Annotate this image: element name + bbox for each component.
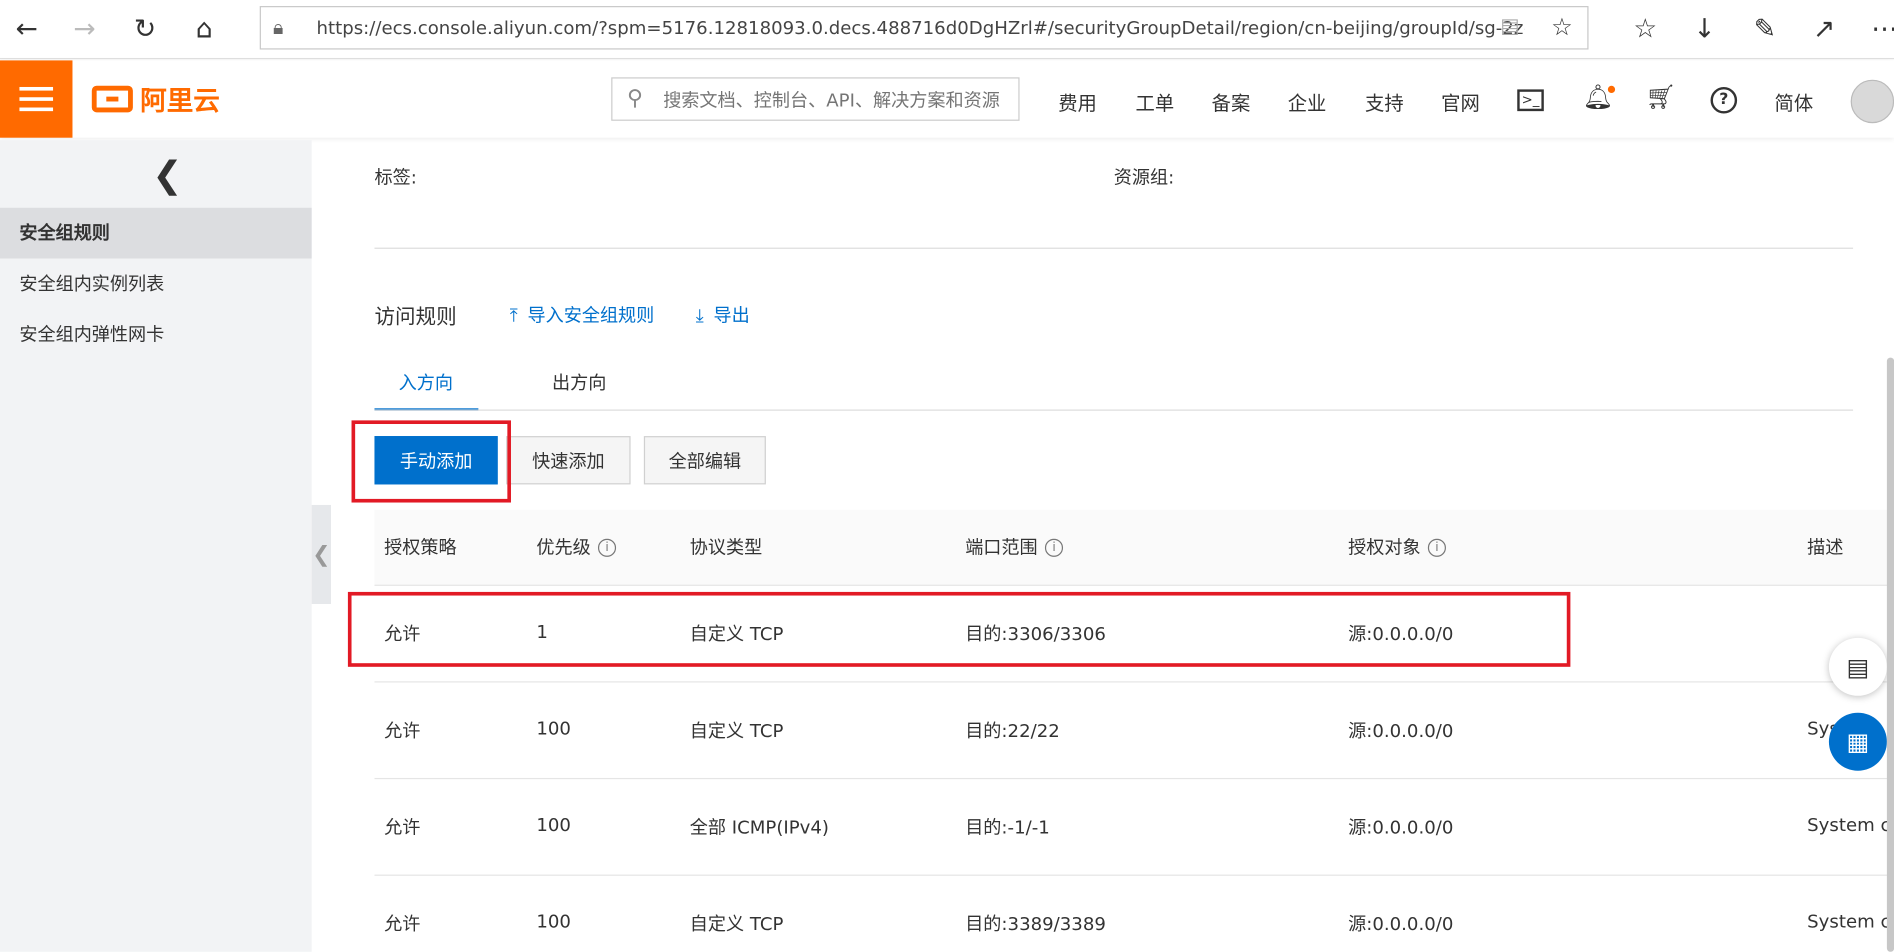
lock-icon: 🔒︎: [273, 15, 284, 39]
nav-link-icp[interactable]: 备案: [1212, 87, 1251, 116]
tags-label: 标签:: [374, 166, 417, 189]
address-bar[interactable]: 🔒︎ https://ecs.console.aliyun.com/?spm=5…: [259, 6, 1589, 50]
top-nav: 阿里云 ⚲ 费用 工单 备案 企业 支持 官网 >_ 🔔︎ 🛒︎ ? 简体: [0, 60, 1894, 138]
download-icon: ⤓: [695, 304, 704, 327]
pen-icon[interactable]: ✎: [1748, 12, 1782, 46]
column-header-port-label: 端口范围: [965, 536, 1038, 559]
column-header-protocol: 协议类型: [689, 536, 763, 559]
cell-port: 目的:3389/3389: [965, 913, 1106, 935]
reading-view-icon[interactable]: ▤: [1500, 14, 1519, 38]
url-text[interactable]: https://ecs.console.aliyun.com/?spm=5176…: [316, 17, 1524, 39]
column-header-priority: 优先级 i: [536, 534, 617, 559]
table-header: 授权策略 优先级 i 协议类型 端口范围 i 授权对象 i 描述: [374, 509, 1894, 586]
cell-priority: 100: [536, 717, 571, 740]
home-icon[interactable]: ⌂: [187, 12, 221, 46]
search-icon: ⚲: [626, 85, 643, 112]
cell-protocol: 自定义 TCP: [689, 913, 784, 935]
cell-protocol: 自定义 TCP: [689, 719, 784, 742]
chat-button[interactable]: ▤: [1828, 637, 1887, 696]
sidebar-item-eni[interactable]: 安全组内弹性网卡: [0, 309, 312, 360]
nav-link-fees[interactable]: 费用: [1058, 87, 1097, 116]
apps-grid-icon: ▦: [1846, 727, 1870, 757]
hamburger-icon: [19, 86, 54, 112]
cell-policy: 允许: [384, 816, 421, 839]
column-header-object-label: 授权对象: [1348, 536, 1421, 559]
cell-description: System cre: [1807, 910, 1894, 933]
info-icon[interactable]: i: [1044, 538, 1064, 557]
tab-inbound[interactable]: 入方向: [399, 370, 453, 395]
tabs-divider: [374, 409, 1854, 411]
column-header-object: 授权对象 i: [1348, 534, 1446, 559]
section-title: 访问规则: [374, 305, 457, 330]
chat-icon: ▤: [1846, 652, 1870, 682]
export-link[interactable]: ⤓ 导出: [696, 302, 750, 327]
share-icon[interactable]: ↗: [1807, 12, 1841, 46]
nav-link-official-site[interactable]: 官网: [1441, 87, 1480, 116]
cell-policy: 允许: [384, 913, 421, 935]
nav-link-enterprise[interactable]: 企业: [1288, 87, 1327, 116]
main-content: 标签: 资源组: 访问规则 ⤒ 导入安全组规则 ⤓ 导出 入方向 出方向 手动添加 …: [331, 140, 1894, 952]
tab-outbound[interactable]: 出方向: [552, 370, 606, 395]
favorites-list-icon[interactable]: ☆: [1628, 12, 1662, 46]
column-header-priority-label: 优先级: [536, 536, 591, 559]
column-header-description: 描述: [1807, 536, 1844, 559]
aliyun-logo[interactable]: 阿里云: [91, 82, 220, 118]
highlight-box-manual-add: [351, 420, 511, 503]
logo-text: 阿里云: [140, 86, 220, 118]
terminal-icon[interactable]: >_: [1517, 89, 1544, 112]
forward-arrow-icon[interactable]: →: [68, 12, 102, 46]
quick-add-button[interactable]: 快速添加: [506, 436, 631, 485]
cell-priority: 100: [536, 814, 571, 836]
refresh-icon[interactable]: ↻: [128, 12, 162, 46]
column-header-port: 端口范围 i: [965, 534, 1064, 559]
nav-link-support[interactable]: 支持: [1365, 87, 1404, 116]
avatar[interactable]: [1850, 79, 1894, 124]
help-icon[interactable]: ?: [1710, 86, 1738, 114]
sidebar: ❮ 安全组规则 安全组内实例列表 安全组内弹性网卡: [0, 140, 312, 952]
cell-port: 目的:22/22: [965, 719, 1060, 742]
edit-all-button[interactable]: 全部编辑: [643, 436, 766, 485]
search-input[interactable]: [660, 85, 1016, 115]
language-switch[interactable]: 简体: [1775, 87, 1814, 116]
table-row: 允许 100 自定义 TCP 目的:3389/3389 源:0.0.0.0/0 …: [374, 875, 1894, 952]
sidebar-collapse-handle[interactable]: ❮: [311, 504, 331, 604]
search-box[interactable]: ⚲: [611, 77, 1020, 121]
table-row: 允许 100 全部 ICMP(IPv4) 目的:-1/-1 源:0.0.0.0/…: [374, 778, 1894, 876]
more-icon[interactable]: ⋯: [1868, 12, 1894, 46]
sidebar-item-instance-list[interactable]: 安全组内实例列表: [0, 259, 312, 310]
resource-group-label: 资源组:: [1113, 166, 1175, 189]
chevron-left-icon: ❮: [312, 541, 331, 568]
cell-policy: 允许: [384, 719, 421, 742]
page-scrollbar[interactable]: [1886, 357, 1894, 952]
upload-icon: ⤒: [509, 304, 518, 327]
cell-protocol: 全部 ICMP(IPv4): [689, 816, 829, 839]
column-header-policy: 授权策略: [384, 536, 457, 559]
cell-object: 源:0.0.0.0/0: [1348, 816, 1454, 839]
info-icon[interactable]: i: [1427, 538, 1446, 557]
cell-description: System cre: [1807, 814, 1894, 836]
download-icon[interactable]: ↓: [1688, 12, 1722, 46]
export-label: 导出: [713, 304, 750, 327]
divider: [374, 247, 1854, 249]
cart-icon[interactable]: 🛒︎: [1645, 82, 1676, 111]
cell-priority: 100: [536, 910, 571, 933]
highlight-box-first-rule: [347, 591, 1571, 667]
import-rules-label: 导入安全组规则: [527, 304, 655, 327]
back-arrow-icon[interactable]: ←: [10, 12, 44, 46]
notification-dot: [1607, 85, 1616, 94]
cell-object: 源:0.0.0.0/0: [1348, 913, 1454, 935]
nav-link-tickets[interactable]: 工单: [1136, 87, 1175, 116]
apps-button[interactable]: ▦: [1828, 712, 1887, 771]
import-rules-link[interactable]: ⤒ 导入安全组规则: [510, 302, 655, 327]
table-row: 允许 100 自定义 TCP 目的:22/22 源:0.0.0.0/0 Sys: [374, 681, 1894, 780]
cell-object: 源:0.0.0.0/0: [1348, 719, 1454, 742]
cell-port: 目的:-1/-1: [965, 816, 1050, 839]
sidebar-item-security-rules[interactable]: 安全组规则: [0, 207, 312, 259]
info-icon[interactable]: i: [597, 538, 617, 557]
chevron-left-icon[interactable]: ❮: [152, 155, 182, 197]
favorite-star-icon[interactable]: ☆: [1551, 12, 1573, 41]
hamburger-menu-button[interactable]: [0, 60, 73, 138]
browser-toolbar: ← → ↻ ⌂ 🔒︎ https://ecs.console.aliyun.co…: [0, 0, 1894, 60]
aliyun-logo-icon: [91, 85, 133, 113]
